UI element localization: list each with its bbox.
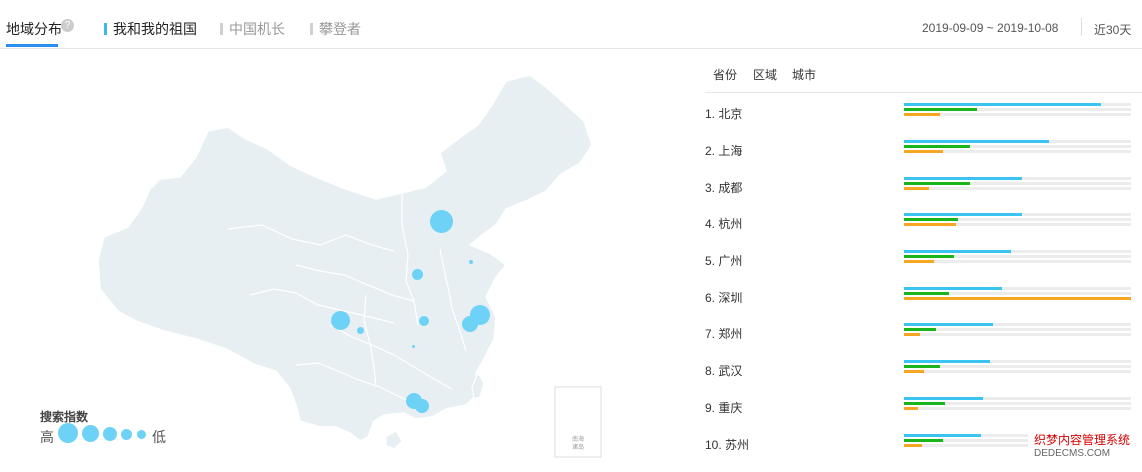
legend-item-3[interactable]: 攀登者 bbox=[310, 19, 361, 39]
watermark-line-2: DEDECMS.COM bbox=[1034, 448, 1111, 459]
city-bubble-beijing[interactable] bbox=[430, 210, 453, 233]
ranking-row[interactable]: 3. 成都 bbox=[705, 177, 1142, 215]
bar-series-3 bbox=[904, 333, 920, 336]
bar-series-1 bbox=[904, 103, 1101, 106]
ranking-row[interactable]: 5. 广州 bbox=[705, 250, 1142, 288]
index-legend-title: 搜索指数 bbox=[40, 410, 89, 424]
tab-province[interactable]: 省份 bbox=[713, 66, 737, 83]
index-legend-low: 低 bbox=[152, 429, 166, 445]
bar-series-2 bbox=[904, 328, 936, 331]
bar-series-2 bbox=[904, 255, 954, 258]
ranking-label: 4. 杭州 bbox=[705, 217, 743, 231]
index-dot-3 bbox=[103, 427, 117, 441]
bar-series-2 bbox=[904, 218, 958, 221]
tab-city[interactable]: 城市 bbox=[792, 66, 816, 83]
bar-series-1 bbox=[904, 213, 1022, 216]
city-bubble-small-1[interactable] bbox=[469, 260, 473, 264]
header-bar: 地域分布 ? 我和我的祖国 中国机长 攀登者 2019-09-09 ~ 2019… bbox=[0, 0, 1142, 49]
bar-track bbox=[904, 407, 1131, 410]
bar-series-1 bbox=[904, 250, 1011, 253]
city-bubble-chengdu[interactable] bbox=[331, 311, 350, 330]
bar-series-1 bbox=[904, 177, 1022, 180]
watermark-line-1: 织梦内容管理系统 bbox=[1034, 433, 1131, 447]
bar-series-3 bbox=[904, 407, 918, 410]
bar-series-2 bbox=[904, 145, 970, 148]
bar-series-3 bbox=[904, 150, 943, 153]
bar-series-3 bbox=[904, 113, 940, 116]
ranking-label: 9. 重庆 bbox=[705, 401, 743, 415]
date-range[interactable]: 2019-09-09 ~ 2019-10-08 bbox=[922, 21, 1058, 35]
index-dot-1 bbox=[58, 423, 78, 443]
legend-label-1: 我和我的祖国 bbox=[113, 21, 197, 37]
bar-series-1 bbox=[904, 323, 993, 326]
divider bbox=[1081, 18, 1082, 36]
legend-label-3: 攀登者 bbox=[319, 21, 361, 37]
legend-color-1 bbox=[104, 23, 107, 35]
bar-series-1 bbox=[904, 140, 1049, 143]
bar-series-2 bbox=[904, 108, 977, 111]
bar-series-3 bbox=[904, 187, 929, 190]
bar-series-2 bbox=[904, 439, 943, 442]
ranking-row[interactable]: 4. 杭州 bbox=[705, 213, 1142, 251]
bar-series-2 bbox=[904, 182, 970, 185]
legend-item-1[interactable]: 我和我的祖国 bbox=[104, 19, 197, 39]
legend-color-3 bbox=[310, 23, 313, 35]
bar-series-3 bbox=[904, 370, 924, 373]
ranking-label: 6. 深圳 bbox=[705, 291, 743, 305]
ranking-row[interactable]: 7. 郑州 bbox=[705, 323, 1142, 361]
ranking-label: 2. 上海 bbox=[705, 144, 743, 158]
bar-series-3 bbox=[904, 260, 934, 263]
page-title: 地域分布 bbox=[6, 21, 62, 37]
bar-track bbox=[904, 370, 1131, 373]
index-dot-2 bbox=[82, 425, 99, 442]
map-svg: 南海 诸岛 bbox=[97, 74, 602, 458]
index-dot-5 bbox=[137, 430, 146, 439]
islands-label-1: 南海 bbox=[572, 435, 584, 443]
ranking-label: 7. 郑州 bbox=[705, 327, 743, 341]
bar-series-1 bbox=[904, 360, 990, 363]
mainland-shape bbox=[97, 74, 593, 442]
bar-series-3 bbox=[904, 297, 1131, 300]
index-dot-4 bbox=[121, 429, 132, 440]
ranking-row[interactable]: 8. 武汉 bbox=[705, 360, 1142, 398]
bar-series-2 bbox=[904, 292, 949, 295]
index-legend-high: 高 bbox=[40, 429, 54, 445]
ranking-label: 5. 广州 bbox=[705, 254, 743, 268]
city-bubble-wuhan[interactable] bbox=[419, 316, 429, 326]
ranking-row[interactable]: 6. 深圳 bbox=[705, 287, 1142, 325]
ranking-label: 8. 武汉 bbox=[705, 364, 743, 378]
tabs-divider bbox=[705, 92, 1142, 93]
tab-region[interactable]: 区域 bbox=[753, 66, 777, 83]
islands-label-2: 诸岛 bbox=[572, 443, 584, 451]
ranking-label: 1. 北京 bbox=[705, 107, 743, 121]
bar-series-3 bbox=[904, 223, 956, 226]
bar-series-1 bbox=[904, 397, 983, 400]
city-bubble-shenzhen[interactable] bbox=[415, 399, 429, 413]
bar-series-3 bbox=[904, 444, 922, 447]
bar-series-2 bbox=[904, 402, 945, 405]
help-icon[interactable]: ? bbox=[61, 19, 74, 32]
bar-track bbox=[904, 260, 1131, 263]
title-underline bbox=[6, 44, 58, 47]
bar-track bbox=[904, 328, 1131, 331]
china-map: 南海 诸岛 搜索指数 高 低 bbox=[0, 49, 700, 465]
hainan-shape bbox=[385, 430, 403, 450]
city-bubble-hangzhou[interactable] bbox=[462, 316, 478, 332]
legend-item-2[interactable]: 中国机长 bbox=[220, 19, 285, 39]
ranking-label: 10. 苏州 bbox=[705, 438, 750, 452]
city-bubble-chongqing[interactable] bbox=[357, 327, 364, 334]
period-select[interactable]: 近30天 bbox=[1094, 21, 1131, 38]
ranking-label: 3. 成都 bbox=[705, 181, 743, 195]
legend-label-2: 中国机长 bbox=[229, 21, 285, 37]
bar-track bbox=[904, 333, 1131, 336]
city-bubble-zhengzhou[interactable] bbox=[412, 269, 423, 280]
bar-track bbox=[904, 187, 1131, 190]
legend-color-2 bbox=[220, 23, 223, 35]
ranking-row[interactable]: 1. 北京 bbox=[705, 103, 1142, 141]
ranking-row[interactable]: 2. 上海 bbox=[705, 140, 1142, 178]
bar-series-2 bbox=[904, 365, 940, 368]
bar-series-1 bbox=[904, 287, 1002, 290]
bar-series-1 bbox=[904, 434, 981, 437]
city-bubble-small-2[interactable] bbox=[412, 345, 415, 348]
